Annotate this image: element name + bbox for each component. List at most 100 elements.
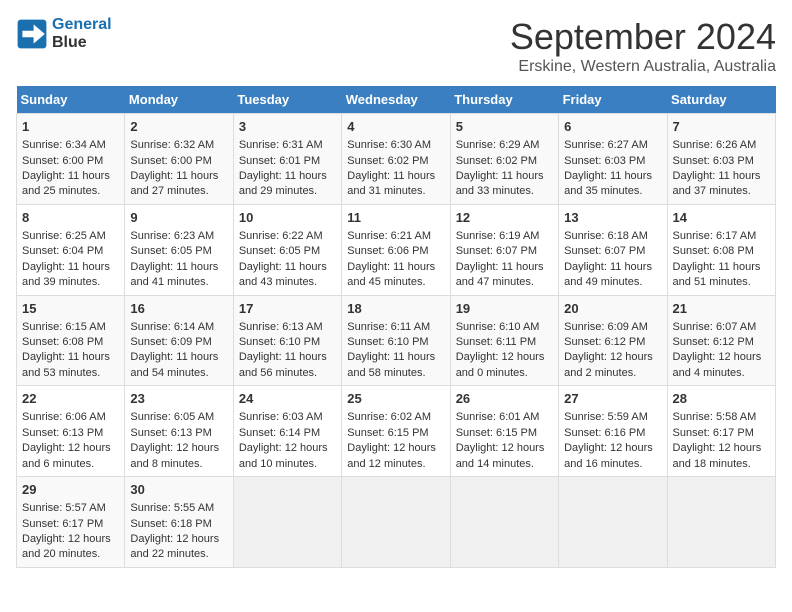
weekday-header-friday: Friday: [559, 86, 667, 114]
weekday-header-saturday: Saturday: [667, 86, 775, 114]
month-year-title: September 2024: [510, 16, 776, 58]
cell-text: Sunrise: 6:10 AM: [456, 320, 553, 335]
calendar-week-3: 15Sunrise: 6:15 AMSunset: 6:08 PMDayligh…: [17, 295, 776, 386]
day-number: 29: [22, 481, 119, 499]
cell-text: Daylight: 12 hours: [239, 441, 336, 456]
cell-text: Sunset: 6:03 PM: [564, 154, 661, 169]
cell-text: Sunrise: 6:21 AM: [347, 229, 444, 244]
cell-text: Daylight: 12 hours: [564, 350, 661, 365]
calendar-cell: 14Sunrise: 6:17 AMSunset: 6:08 PMDayligh…: [667, 204, 775, 295]
cell-text: and 35 minutes.: [564, 184, 661, 199]
cell-text: Sunset: 6:15 PM: [456, 426, 553, 441]
cell-text: and 41 minutes.: [130, 275, 227, 290]
cell-text: Sunset: 6:02 PM: [456, 154, 553, 169]
cell-text: and 2 minutes.: [564, 366, 661, 381]
cell-text: Sunset: 6:07 PM: [564, 244, 661, 259]
cell-text: Sunset: 6:00 PM: [22, 154, 119, 169]
cell-text: Sunset: 6:05 PM: [130, 244, 227, 259]
cell-text: Sunset: 6:02 PM: [347, 154, 444, 169]
day-number: 4: [347, 118, 444, 136]
calendar-cell: 11Sunrise: 6:21 AMSunset: 6:06 PMDayligh…: [342, 204, 450, 295]
day-number: 15: [22, 300, 119, 318]
cell-text: Sunrise: 6:07 AM: [673, 320, 770, 335]
cell-text: Sunset: 6:10 PM: [347, 335, 444, 350]
weekday-header-row: SundayMondayTuesdayWednesdayThursdayFrid…: [17, 86, 776, 114]
cell-text: and 4 minutes.: [673, 366, 770, 381]
cell-text: Daylight: 11 hours: [239, 260, 336, 275]
cell-text: and 45 minutes.: [347, 275, 444, 290]
cell-text: Sunrise: 5:55 AM: [130, 501, 227, 516]
cell-text: Daylight: 12 hours: [456, 441, 553, 456]
cell-text: and 37 minutes.: [673, 184, 770, 199]
cell-text: Daylight: 12 hours: [130, 441, 227, 456]
cell-text: Daylight: 12 hours: [673, 350, 770, 365]
cell-text: Sunrise: 6:17 AM: [673, 229, 770, 244]
calendar-cell: 13Sunrise: 6:18 AMSunset: 6:07 PMDayligh…: [559, 204, 667, 295]
cell-text: Daylight: 11 hours: [456, 169, 553, 184]
calendar-cell: 3Sunrise: 6:31 AMSunset: 6:01 PMDaylight…: [233, 114, 341, 205]
cell-text: Sunrise: 6:11 AM: [347, 320, 444, 335]
cell-text: Daylight: 12 hours: [22, 441, 119, 456]
cell-text: Sunset: 6:14 PM: [239, 426, 336, 441]
calendar-cell: 19Sunrise: 6:10 AMSunset: 6:11 PMDayligh…: [450, 295, 558, 386]
cell-text: and 51 minutes.: [673, 275, 770, 290]
day-number: 20: [564, 300, 661, 318]
cell-text: and 12 minutes.: [347, 457, 444, 472]
cell-text: Daylight: 11 hours: [22, 350, 119, 365]
cell-text: Sunset: 6:04 PM: [22, 244, 119, 259]
cell-text: Sunset: 6:16 PM: [564, 426, 661, 441]
cell-text: Daylight: 12 hours: [22, 532, 119, 547]
cell-text: and 8 minutes.: [130, 457, 227, 472]
title-area: September 2024 Erskine, Western Australi…: [510, 16, 776, 76]
cell-text: Daylight: 11 hours: [347, 350, 444, 365]
cell-text: Daylight: 11 hours: [347, 260, 444, 275]
cell-text: and 58 minutes.: [347, 366, 444, 381]
cell-text: and 0 minutes.: [456, 366, 553, 381]
cell-text: and 39 minutes.: [22, 275, 119, 290]
cell-text: and 18 minutes.: [673, 457, 770, 472]
cell-text: Sunset: 6:15 PM: [347, 426, 444, 441]
cell-text: Daylight: 11 hours: [239, 350, 336, 365]
cell-text: Sunrise: 6:31 AM: [239, 138, 336, 153]
cell-text: and 31 minutes.: [347, 184, 444, 199]
cell-text: Sunrise: 6:23 AM: [130, 229, 227, 244]
cell-text: Daylight: 11 hours: [564, 169, 661, 184]
day-number: 14: [673, 209, 770, 227]
calendar-cell: 23Sunrise: 6:05 AMSunset: 6:13 PMDayligh…: [125, 386, 233, 477]
cell-text: and 47 minutes.: [456, 275, 553, 290]
cell-text: and 49 minutes.: [564, 275, 661, 290]
cell-text: Daylight: 11 hours: [456, 260, 553, 275]
cell-text: and 20 minutes.: [22, 547, 119, 562]
cell-text: and 25 minutes.: [22, 184, 119, 199]
calendar-cell: 6 Sunrise: 6:27 AMSunset: 6:03 PMDaylight…: [559, 114, 667, 205]
weekday-header-monday: Monday: [125, 86, 233, 114]
cell-text: and 27 minutes.: [130, 184, 227, 199]
cell-text: Sunset: 6:13 PM: [22, 426, 119, 441]
cell-text: Sunrise: 6:30 AM: [347, 138, 444, 153]
cell-text: Daylight: 11 hours: [130, 260, 227, 275]
cell-text: Sunrise: 6:14 AM: [130, 320, 227, 335]
cell-text: and 54 minutes.: [130, 366, 227, 381]
cell-text: Daylight: 11 hours: [239, 169, 336, 184]
day-number: 11: [347, 209, 444, 227]
cell-text: Sunset: 6:10 PM: [239, 335, 336, 350]
cell-text: Sunset: 6:08 PM: [22, 335, 119, 350]
cell-text: Sunrise: 6:27 AM: [564, 138, 661, 153]
logo: General Blue: [16, 16, 112, 52]
day-number: 1: [22, 118, 119, 136]
calendar-cell: 30Sunrise: 5:55 AMSunset: 6:18 PMDayligh…: [125, 477, 233, 568]
cell-text: Daylight: 11 hours: [22, 260, 119, 275]
cell-text: Sunrise: 6:18 AM: [564, 229, 661, 244]
calendar-cell: 17Sunrise: 6:13 AMSunset: 6:10 PMDayligh…: [233, 295, 341, 386]
weekday-header-tuesday: Tuesday: [233, 86, 341, 114]
day-number: 6: [564, 118, 661, 136]
calendar-cell: 1Sunrise: 6:34 AMSunset: 6:00 PMDaylight…: [17, 114, 125, 205]
header: General Blue September 2024 Erskine, Wes…: [16, 16, 776, 76]
cell-text: and 14 minutes.: [456, 457, 553, 472]
day-number: 24: [239, 390, 336, 408]
cell-text: Sunset: 6:05 PM: [239, 244, 336, 259]
calendar-cell: 26Sunrise: 6:01 AMSunset: 6:15 PMDayligh…: [450, 386, 558, 477]
weekday-header-sunday: Sunday: [17, 86, 125, 114]
cell-text: Sunrise: 6:09 AM: [564, 320, 661, 335]
calendar-cell: [559, 477, 667, 568]
